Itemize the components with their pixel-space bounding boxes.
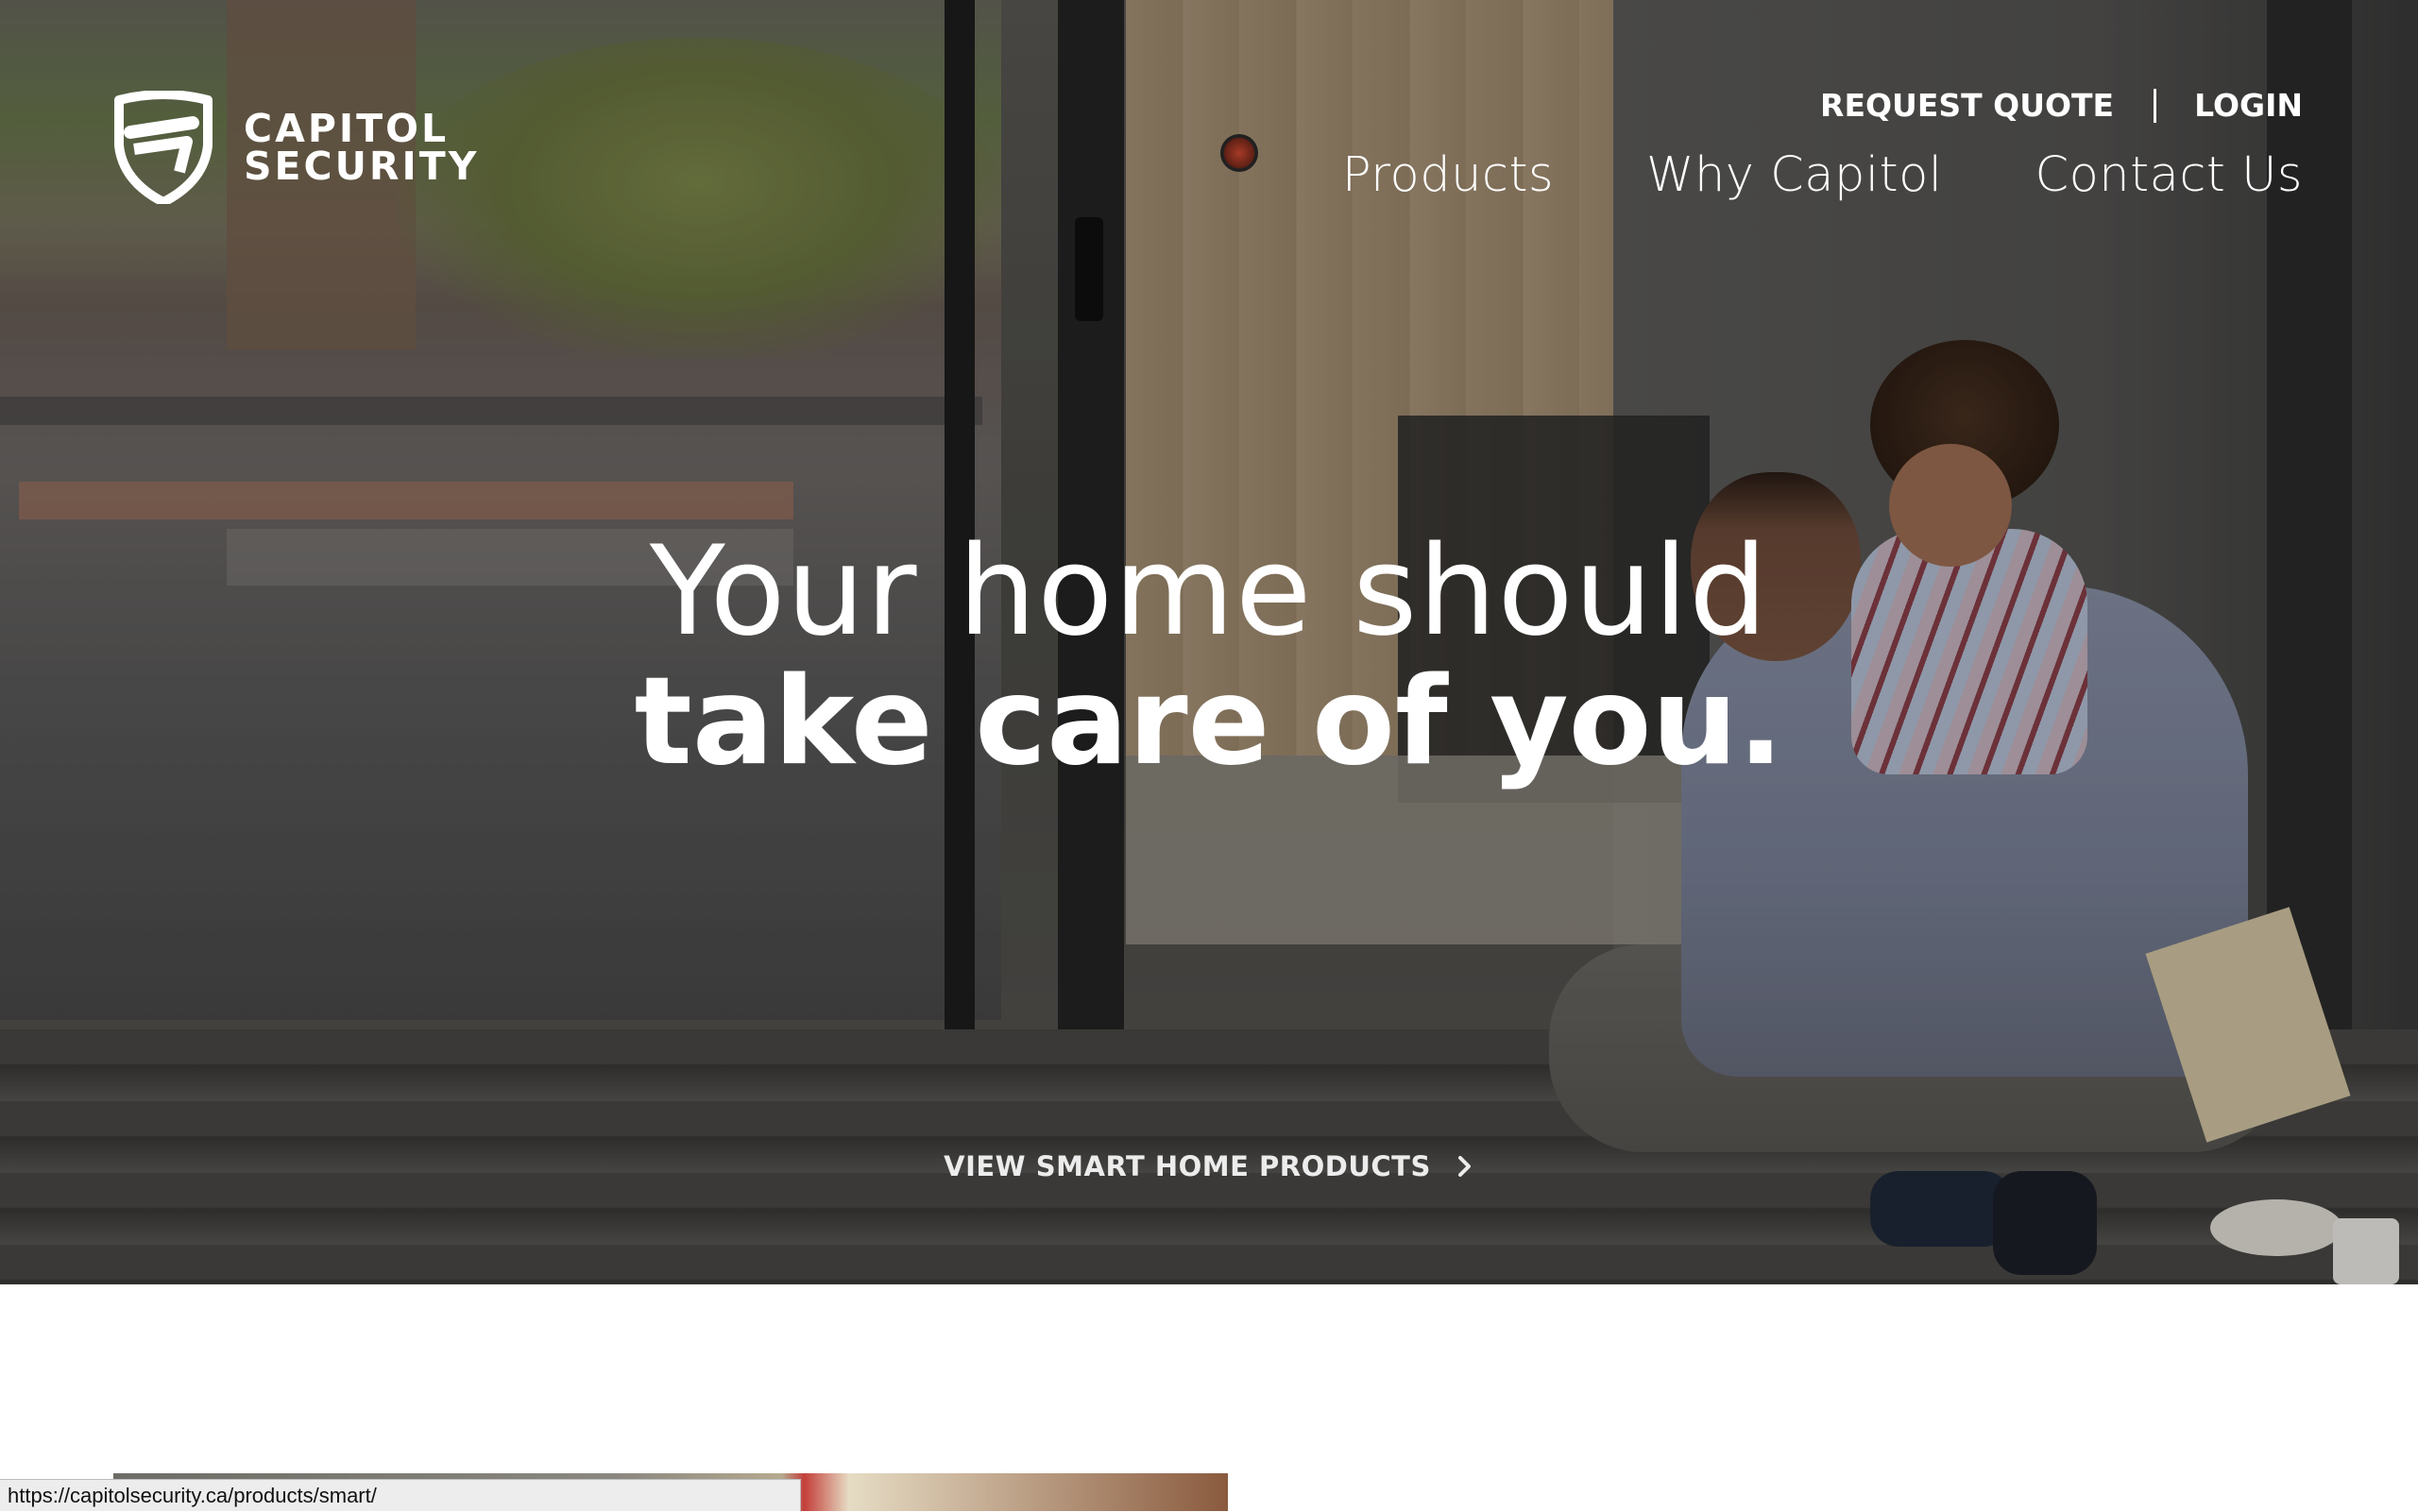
- nav-item-contact-us[interactable]: Contact Us: [2035, 147, 2303, 203]
- brand-logo-link[interactable]: CAPITOL SECURITY: [111, 91, 479, 204]
- utility-nav-divider: [2154, 88, 2157, 123]
- brand-line-2: SECURITY: [244, 144, 480, 189]
- nav-item-products[interactable]: Products: [1342, 147, 1554, 203]
- cta-label: VIEW SMART HOME PRODUCTS: [944, 1150, 1431, 1182]
- headline-line-1: Your home should: [649, 518, 1769, 663]
- request-quote-link[interactable]: REQUEST QUOTE: [1820, 87, 2114, 124]
- browser-status-url: https://capitolsecurity.ca/products/smar…: [0, 1479, 801, 1511]
- utility-nav: REQUEST QUOTE LOGIN: [1820, 87, 2303, 124]
- nav-item-why-capitol[interactable]: Why Capitol: [1646, 147, 1942, 203]
- brand-wordmark: CAPITOL SECURITY: [244, 105, 480, 189]
- login-link[interactable]: LOGIN: [2194, 87, 2303, 124]
- chevron-right-icon: [1457, 1156, 1471, 1177]
- brand-line-1: CAPITOL: [244, 105, 450, 151]
- headline-line-2: take care of you.: [634, 652, 1784, 792]
- shield-logo-icon: [114, 91, 213, 204]
- main-nav: Products Why Capitol Contact Us: [1342, 147, 2303, 203]
- view-smart-home-products-link[interactable]: VIEW SMART HOME PRODUCTS: [944, 1150, 1474, 1182]
- hero-headline: Your home should take care of you.: [0, 527, 2418, 793]
- cta-container: VIEW SMART HOME PRODUCTS: [0, 1150, 2418, 1182]
